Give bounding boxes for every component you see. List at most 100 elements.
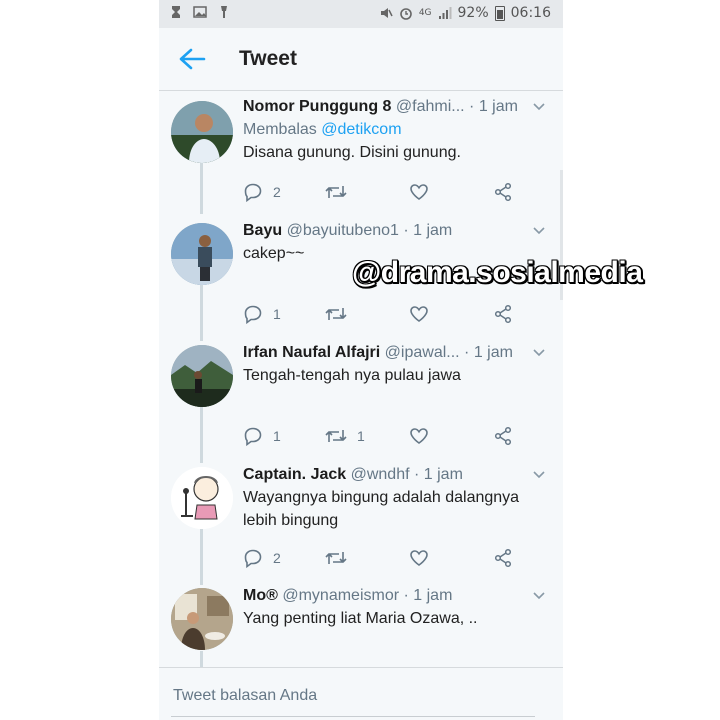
tweet-actions: 2 <box>243 180 533 204</box>
page-title: Tweet <box>239 47 297 70</box>
tweet-text: Disana gunung. Disini gunung. <box>243 144 461 161</box>
torch-icon <box>221 6 227 18</box>
reply-button[interactable]: 2 <box>243 180 281 204</box>
tweet-time: 1 jam <box>473 344 513 361</box>
reply-icon <box>244 183 262 202</box>
tweet-time: 1 jam <box>413 587 453 604</box>
reply-count: 1 <box>273 306 281 322</box>
reply-composer <box>159 667 563 720</box>
avatar-photo <box>171 101 233 163</box>
reply-icon <box>244 305 262 324</box>
like-button[interactable] <box>409 302 429 326</box>
share-button[interactable] <box>493 424 513 448</box>
reply-count: 1 <box>273 428 281 444</box>
tweet[interactable]: Irfan Naufal Alfajri @ipawal... · 1 jam … <box>159 342 563 458</box>
retweet-icon <box>325 308 347 320</box>
heart-icon <box>410 184 428 200</box>
author-name[interactable]: Mo® <box>243 587 278 604</box>
retweet-button[interactable] <box>325 302 357 326</box>
tweet-time: 1 jam <box>423 466 463 483</box>
reply-button[interactable]: 1 <box>243 424 281 448</box>
reply-icon <box>244 427 262 446</box>
tweet[interactable]: Mo® @mynameismor · 1 jam Yang penting li… <box>159 585 563 667</box>
reply-count: 2 <box>273 550 281 566</box>
author-name[interactable]: Nomor Punggung 8 <box>243 98 391 115</box>
share-icon <box>494 304 512 324</box>
hourglass-icon <box>172 6 180 18</box>
like-button[interactable] <box>409 180 429 204</box>
share-button[interactable] <box>493 180 513 204</box>
status-bar: 4G 92% 06:16 <box>159 0 563 28</box>
like-button[interactable] <box>409 546 429 570</box>
author-name[interactable]: Irfan Naufal Alfajri <box>243 344 380 361</box>
retweet-button[interactable]: 1 <box>325 424 365 448</box>
chevron-down-icon[interactable] <box>533 348 545 358</box>
chevron-down-icon[interactable] <box>533 102 545 112</box>
phone-screen: 4G 92% 06:16 Tweet Nomor Punggung 8 @fah… <box>159 0 563 720</box>
signal-icon <box>438 7 452 19</box>
author-name[interactable]: Bayu <box>243 222 282 239</box>
heart-icon <box>410 428 428 444</box>
retweet-icon <box>325 186 347 198</box>
avatar[interactable] <box>171 223 233 285</box>
share-icon <box>494 548 512 568</box>
share-button[interactable] <box>493 546 513 570</box>
tweet-actions: 1 <box>243 302 533 326</box>
author-handle: @mynameismor <box>282 587 400 604</box>
chevron-down-icon[interactable] <box>533 470 545 480</box>
avatar-illustration <box>171 467 233 529</box>
avatar[interactable] <box>171 345 233 407</box>
battery-icon <box>494 5 505 21</box>
tweet-text: Wayangnya bingung adalah dalangnya lebih… <box>243 489 520 529</box>
reply-mention-link[interactable]: @detikcom <box>321 121 401 138</box>
retweet-button[interactable] <box>325 180 357 204</box>
battery-percent: 92% <box>457 5 489 21</box>
reply-icon <box>244 549 262 568</box>
reply-list: Nomor Punggung 8 @fahmi... · 1 jam Memba… <box>159 91 563 667</box>
notification-icons <box>169 5 231 19</box>
author-handle: @wndhf <box>350 466 410 483</box>
reply-button[interactable]: 1 <box>243 302 281 326</box>
share-icon <box>494 182 512 202</box>
tweet[interactable]: Nomor Punggung 8 @fahmi... · 1 jam Memba… <box>159 96 563 212</box>
chevron-down-icon[interactable] <box>533 226 545 236</box>
avatar-photo <box>171 345 233 407</box>
avatar[interactable] <box>171 588 233 650</box>
system-icons: 4G 92% 06:16 <box>379 5 551 21</box>
tweet-time: 1 jam <box>478 98 518 115</box>
retweet-icon <box>325 552 347 564</box>
tweet-text: Tengah-tengah nya pulau jawa <box>243 367 461 384</box>
reply-context: Membalas @detikcom <box>243 118 551 141</box>
heart-icon <box>410 306 428 322</box>
mute-icon <box>380 8 393 18</box>
like-button[interactable] <box>409 424 429 448</box>
heart-icon <box>410 550 428 566</box>
chevron-down-icon[interactable] <box>533 591 545 601</box>
share-icon <box>494 426 512 446</box>
tweet-text: Yang penting liat Maria Ozawa, .. <box>243 610 478 627</box>
back-arrow-icon[interactable] <box>177 46 207 72</box>
tweet-actions: 2 <box>243 546 533 570</box>
avatar[interactable] <box>171 101 233 163</box>
share-button[interactable] <box>493 302 513 326</box>
app-bar: Tweet <box>159 28 563 91</box>
author-handle: @ipawal... <box>384 344 460 361</box>
author-handle: @fahmi... <box>395 98 465 115</box>
reply-prefix: Membalas <box>243 121 317 138</box>
avatar-photo <box>171 223 233 285</box>
tweet-time: 1 jam <box>413 222 453 239</box>
alarm-icon <box>400 8 412 20</box>
retweet-button[interactable] <box>325 546 357 570</box>
clock: 06:16 <box>510 5 551 21</box>
network-type: 4G <box>418 8 432 18</box>
reply-button[interactable]: 2 <box>243 546 281 570</box>
reply-count: 2 <box>273 184 281 200</box>
retweet-count: 1 <box>357 428 365 444</box>
author-handle: @bayuitubeno1 <box>286 222 399 239</box>
tweet[interactable]: Captain. Jack @wndhf · 1 jam Wayangnya b… <box>159 464 563 580</box>
watermark-text: @drama.sosialmedia <box>352 256 643 289</box>
gallery-icon <box>193 6 207 18</box>
avatar[interactable] <box>171 467 233 529</box>
reply-input[interactable] <box>171 676 535 717</box>
author-name[interactable]: Captain. Jack <box>243 466 346 483</box>
